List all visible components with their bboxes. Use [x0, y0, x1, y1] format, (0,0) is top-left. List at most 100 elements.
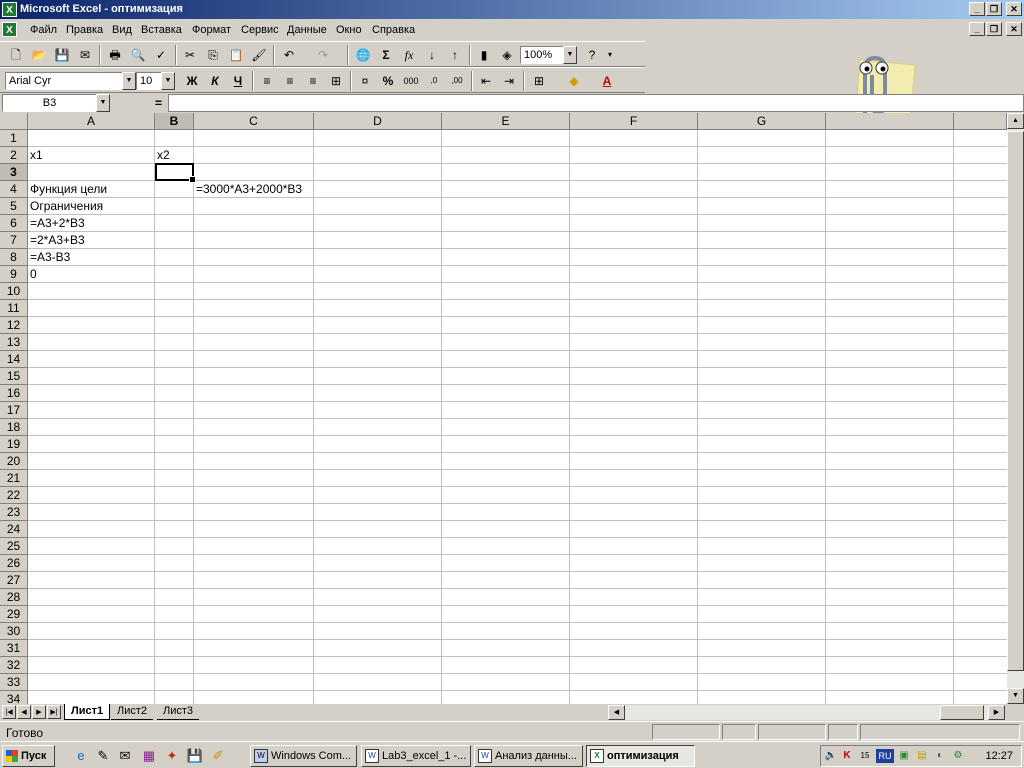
- row-header-2[interactable]: 2: [0, 147, 28, 164]
- column-header-a[interactable]: A: [28, 113, 155, 130]
- doc-close-button[interactable]: ✕: [1006, 22, 1022, 36]
- doc-minimize-button[interactable]: _: [969, 22, 985, 36]
- font-dropdown-icon[interactable]: ▼: [122, 72, 136, 90]
- row-header-16[interactable]: 16: [0, 385, 28, 402]
- row-header-22[interactable]: 22: [0, 487, 28, 504]
- row-header-7[interactable]: 7: [0, 232, 28, 249]
- column-header-g[interactable]: G: [698, 113, 826, 130]
- menu-help[interactable]: Справка: [372, 24, 415, 36]
- toolbar-options-icon[interactable]: ▾: [600, 46, 620, 64]
- column-header-f[interactable]: F: [570, 113, 698, 130]
- menu-edit[interactable]: Правка: [66, 24, 103, 36]
- task-lab3-word[interactable]: W Lab3_excel_1 -...: [361, 745, 471, 767]
- underline-button[interactable]: Ч: [228, 72, 248, 90]
- scroll-up-icon[interactable]: ▲: [1007, 113, 1024, 129]
- tray-app-icon[interactable]: 15: [858, 749, 872, 763]
- increase-decimal-icon[interactable]: ,0: [424, 72, 444, 90]
- increase-indent-icon[interactable]: ⇥: [499, 72, 519, 90]
- row-header-24[interactable]: 24: [0, 521, 28, 538]
- new-icon[interactable]: 🗋: [6, 46, 26, 64]
- network-icon[interactable]: ▣: [897, 749, 911, 763]
- cell-a9[interactable]: 0: [28, 266, 37, 283]
- permission-icon[interactable]: ✉: [75, 46, 95, 64]
- column-header-b[interactable]: B: [155, 113, 194, 130]
- title-bar[interactable]: X Microsoft Excel - оптимизация _ ❐ ✕: [0, 0, 1024, 19]
- language-indicator[interactable]: RU: [876, 749, 894, 763]
- prev-sheet-icon[interactable]: ◀: [17, 705, 31, 719]
- notepad-icon[interactable]: ✎: [94, 747, 112, 765]
- thousands-button[interactable]: 000: [401, 72, 421, 90]
- cell-a6[interactable]: =A3+2*B3: [28, 215, 85, 232]
- row-header-5[interactable]: 5: [0, 198, 28, 215]
- row-header-1[interactable]: 1: [0, 130, 28, 147]
- paste-icon[interactable]: 📋: [226, 46, 246, 64]
- first-sheet-icon[interactable]: |◀: [2, 705, 16, 719]
- row-header-14[interactable]: 14: [0, 351, 28, 368]
- row-header-32[interactable]: 32: [0, 657, 28, 674]
- app-icon[interactable]: ✦: [163, 747, 181, 765]
- font-size-dropdown-icon[interactable]: ▼: [161, 72, 175, 90]
- merge-center-icon[interactable]: ⊞: [326, 72, 346, 90]
- autosum-icon[interactable]: Σ: [376, 46, 396, 64]
- save-disk-icon[interactable]: 💾: [186, 747, 204, 765]
- name-box[interactable]: B3: [2, 94, 97, 112]
- tool-icon[interactable]: ✐: [209, 747, 227, 765]
- function-icon[interactable]: fx: [399, 46, 419, 64]
- row-header-26[interactable]: 26: [0, 555, 28, 572]
- close-button[interactable]: ✕: [1006, 2, 1022, 16]
- minimize-button[interactable]: _: [969, 2, 985, 16]
- row-header-3[interactable]: 3: [0, 164, 28, 181]
- align-right-icon[interactable]: ≡: [303, 72, 323, 90]
- next-sheet-icon[interactable]: ▶: [32, 705, 46, 719]
- row-header-18[interactable]: 18: [0, 419, 28, 436]
- spelling-icon[interactable]: ✓: [151, 46, 171, 64]
- ie-icon[interactable]: e: [72, 747, 90, 765]
- formula-input[interactable]: [168, 94, 1024, 112]
- fill-color-icon[interactable]: ◆: [564, 72, 584, 90]
- chart-wizard-icon[interactable]: ▮: [474, 46, 494, 64]
- doc-restore-button[interactable]: ❐: [986, 22, 1002, 36]
- row-header-29[interactable]: 29: [0, 606, 28, 623]
- task-optimization-excel[interactable]: X оптимизация: [586, 745, 695, 767]
- active-cell-b3[interactable]: [155, 163, 196, 183]
- row-header-30[interactable]: 30: [0, 623, 28, 640]
- row-header-33[interactable]: 33: [0, 674, 28, 691]
- cell-a4[interactable]: Функция цели: [28, 181, 107, 198]
- workbook-icon[interactable]: X: [2, 22, 17, 37]
- horizontal-scrollbar[interactable]: ◀ ▶: [608, 705, 1005, 720]
- column-header-d[interactable]: D: [314, 113, 442, 130]
- menu-window[interactable]: Окно: [336, 24, 362, 36]
- row-header-20[interactable]: 20: [0, 453, 28, 470]
- menu-insert[interactable]: Вставка: [141, 24, 182, 36]
- antivirus-icon[interactable]: K: [840, 749, 854, 763]
- cell-b2[interactable]: x2: [155, 147, 170, 164]
- row-header-11[interactable]: 11: [0, 300, 28, 317]
- task-windows-commander[interactable]: W Windows Com...: [250, 745, 357, 767]
- column-header-e[interactable]: E: [442, 113, 570, 130]
- decrease-indent-icon[interactable]: ⇤: [476, 72, 496, 90]
- cell-a2[interactable]: x1: [28, 147, 43, 164]
- row-header-12[interactable]: 12: [0, 317, 28, 334]
- cell-a8[interactable]: =A3-B3: [28, 249, 70, 266]
- vertical-scroll-thumb[interactable]: [1007, 131, 1024, 671]
- menu-format[interactable]: Формат: [192, 24, 231, 36]
- decrease-decimal-icon[interactable]: ,00: [447, 72, 467, 90]
- row-header-23[interactable]: 23: [0, 504, 28, 521]
- row-header-25[interactable]: 25: [0, 538, 28, 555]
- copy-icon[interactable]: ⎘: [203, 46, 223, 64]
- scroll-right-icon[interactable]: ▶: [988, 705, 1005, 720]
- row-header-17[interactable]: 17: [0, 402, 28, 419]
- worksheet-grid[interactable]: A B C D E F G x1 x2 Функция цели =3000*A…: [0, 113, 1007, 704]
- scroll-down-icon[interactable]: ▼: [1007, 688, 1024, 704]
- scroll-left-icon[interactable]: ◀: [608, 705, 625, 720]
- align-center-icon[interactable]: ≡: [280, 72, 300, 90]
- column-header-h[interactable]: [826, 113, 954, 130]
- font-color-icon[interactable]: A: [597, 72, 617, 90]
- menu-tools[interactable]: Сервис: [241, 24, 279, 36]
- sheet-tab-1[interactable]: Лист1: [64, 704, 111, 720]
- last-sheet-icon[interactable]: ▶|: [47, 705, 61, 719]
- row-header-8[interactable]: 8: [0, 249, 28, 266]
- zoom-dropdown-icon[interactable]: ▼: [563, 46, 577, 64]
- name-box-dropdown-icon[interactable]: ▼: [96, 94, 110, 112]
- cut-icon[interactable]: ✂: [180, 46, 200, 64]
